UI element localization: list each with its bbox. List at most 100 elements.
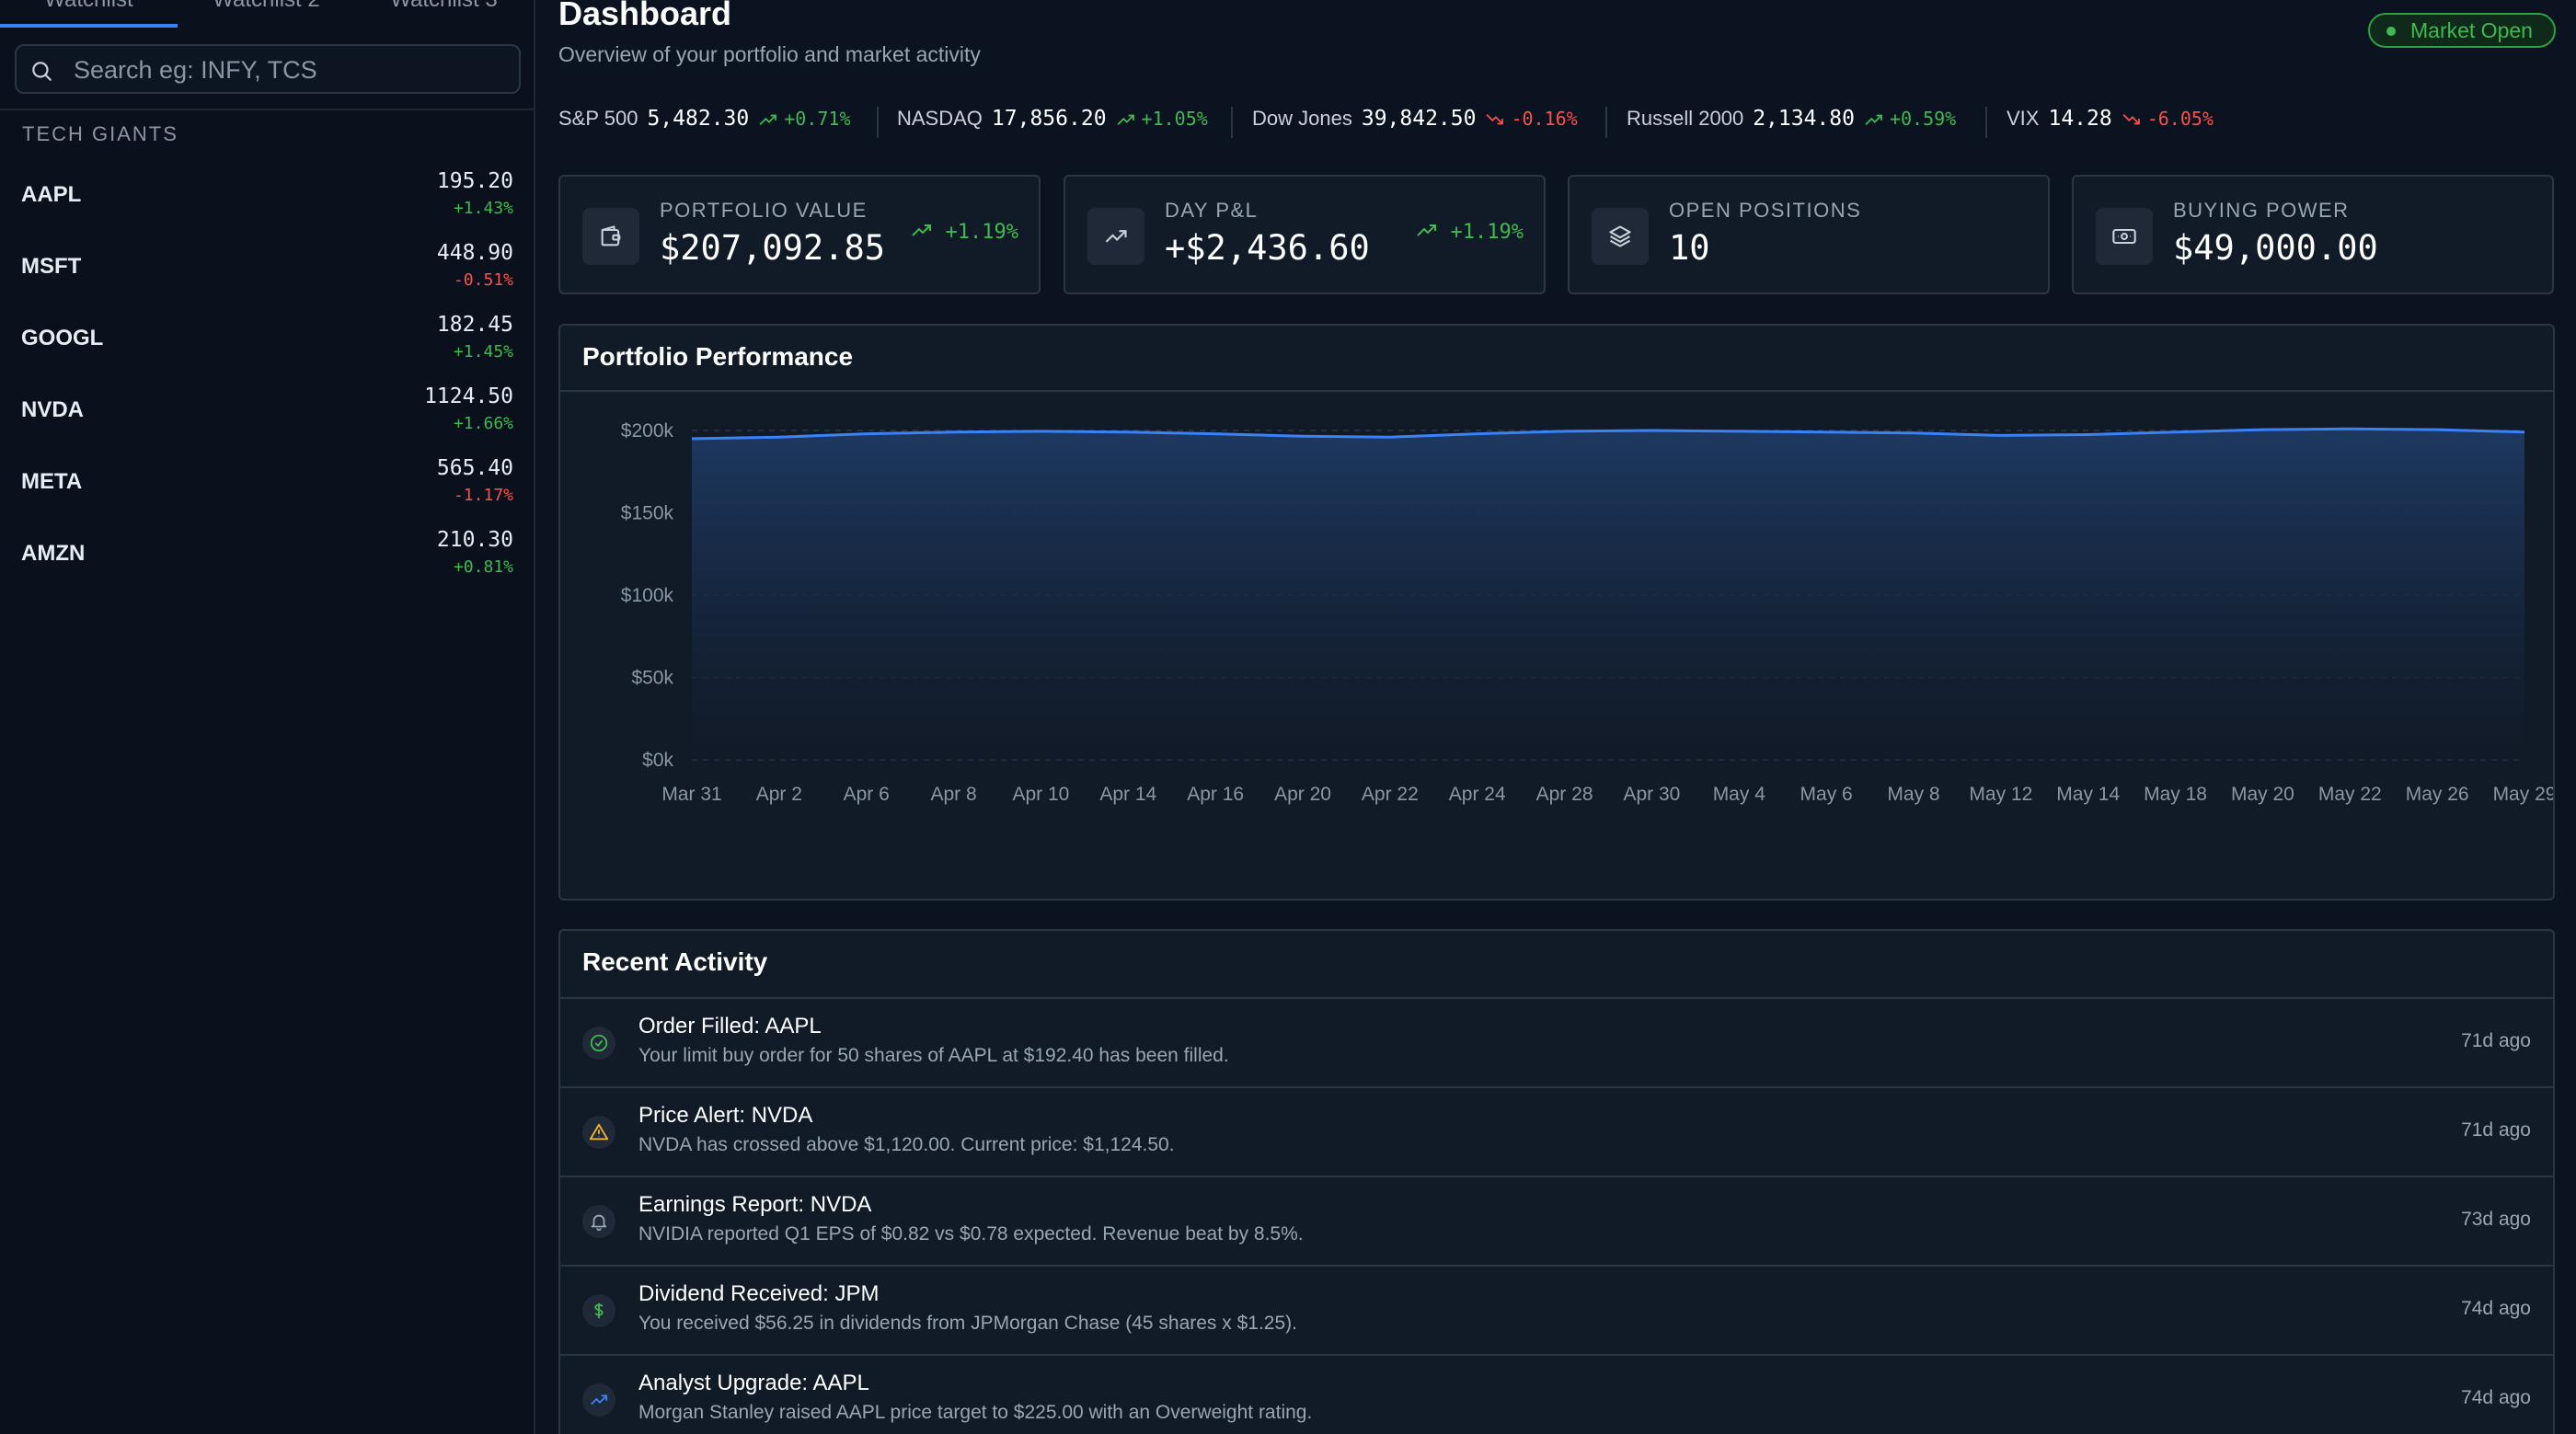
stat-value: $207,092.85 [660, 228, 886, 268]
x-tick-label: Apr 8 [930, 784, 976, 805]
panel-title: Recent Activity [582, 947, 768, 976]
ticker-symbol: AAPL [21, 182, 82, 207]
stat-card-portfolio-value: PORTFOLIO VALUE $207,092.85 +1.19% [558, 175, 1041, 294]
activity-title: Analyst Upgrade: AAPL [638, 1371, 869, 1395]
x-tick-label: Apr 30 [1623, 784, 1680, 805]
search-input[interactable] [74, 55, 506, 85]
market-status-badge: Market Open [2368, 13, 2556, 48]
activity-description: Your limit buy order for 50 shares of AA… [638, 1045, 1229, 1066]
performance-chart[interactable]: $0k $50k $100k $150k $200k Mar 31 Apr 2 Apr 6 Ap… [560, 392, 2553, 898]
activity-timestamp: 71d ago [2461, 1030, 2531, 1051]
alert-triangle-icon [582, 1116, 615, 1149]
tab-watchlist-3[interactable]: Watchlist 3 [355, 0, 533, 28]
x-tick-label: Apr 16 [1187, 784, 1244, 805]
activity-title: Price Alert: NVDA [638, 1103, 813, 1128]
tab-watchlist-2[interactable]: Watchlist 2 [178, 0, 355, 28]
activity-timestamp: 73d ago [2461, 1209, 2531, 1230]
ticker-symbol: AMZN [21, 541, 86, 566]
ticker-separator [877, 107, 879, 138]
ticker-price: 1124.50 [424, 384, 513, 408]
area-fill [692, 429, 2524, 760]
status-dot-icon [2386, 27, 2396, 36]
x-tick-label: Apr 28 [1536, 784, 1593, 805]
watchlist-group-title: TECH GIANTS [22, 122, 178, 145]
index-name: S&P 500 [558, 107, 638, 130]
index-nasdaq[interactable]: NASDAQ 17,856.20 +1.05% [897, 107, 1208, 138]
trending-up-icon [749, 107, 778, 130]
watchlist-item-nvda[interactable]: NVDA 1124.50 +1.66% [0, 377, 534, 449]
y-tick-label: $200k [621, 420, 674, 442]
ticker-symbol: GOOGL [21, 326, 104, 350]
ticker-change: -0.51% [453, 270, 513, 290]
activity-item[interactable]: Order Filled: AAPL Your limit buy order f… [560, 997, 2553, 1085]
stat-label: OPEN POSITIONS [1669, 199, 1862, 222]
x-tick-label: May 14 [2056, 784, 2120, 805]
x-tick-label: May 26 [2406, 784, 2469, 805]
x-tick-label: May 6 [1800, 784, 1853, 805]
search-box [15, 44, 521, 94]
x-tick-label: Apr 2 [756, 784, 802, 805]
index-russell-2000[interactable]: Russell 2000 2,134.80 +0.59% [1627, 107, 1956, 138]
stat-label: BUYING POWER [2173, 199, 2350, 222]
sidebar-divider [0, 109, 534, 110]
stat-change: +1.19% [911, 221, 1018, 244]
ticker-change: +0.81% [453, 557, 513, 577]
stat-label: DAY P&L [1165, 199, 1259, 222]
ticker-change: +1.43% [453, 199, 513, 218]
check-circle-icon [582, 1027, 615, 1060]
ticker-price: 448.90 [436, 241, 513, 265]
activity-timestamp: 71d ago [2461, 1119, 2531, 1141]
index-change: -6.05% [2146, 108, 2214, 130]
index-name: VIX [2007, 107, 2040, 130]
activity-description: Morgan Stanley raised AAPL price target … [638, 1402, 1313, 1423]
stat-change: +1.19% [1416, 221, 1524, 244]
trending-down-icon [2112, 107, 2142, 130]
x-tick-label: May 18 [2144, 784, 2207, 805]
layers-icon [1592, 208, 1649, 265]
index-name: Russell 2000 [1627, 107, 1744, 130]
x-tick-label: May 20 [2231, 784, 2294, 805]
wallet-icon [582, 208, 639, 265]
stat-value: $49,000.00 [2173, 228, 2378, 268]
activity-item[interactable]: Analyst Upgrade: AAPL Morgan Stanley rais… [560, 1354, 2553, 1434]
tab-watchlist-1[interactable]: Watchlist [0, 0, 178, 28]
ticker-price: 182.45 [436, 313, 513, 337]
stat-value: +$2,436.60 [1165, 228, 1370, 268]
y-tick-label: $150k [621, 503, 674, 524]
index-change: +1.05% [1141, 108, 1208, 130]
watchlist-item-msft[interactable]: MSFT 448.90 -0.51% [0, 234, 534, 305]
watchlist-item-googl[interactable]: GOOGL 182.45 +1.45% [0, 305, 534, 377]
index-dow-jones[interactable]: Dow Jones 39,842.50 -0.16% [1252, 107, 1578, 138]
stat-label: PORTFOLIO VALUE [660, 199, 868, 222]
x-tick-label: Apr 22 [1362, 784, 1419, 805]
stat-card-day-pnl: DAY P&L +$2,436.60 +1.19% [1064, 175, 1546, 294]
x-tick-label: Apr 20 [1274, 784, 1331, 805]
dollar-icon [582, 1294, 615, 1327]
index-vix[interactable]: VIX 14.28 -6.05% [2007, 107, 2214, 138]
bell-icon [582, 1205, 615, 1238]
watchlist-item-aapl[interactable]: AAPL 195.20 +1.43% [0, 162, 534, 234]
watchlist-item-amzn[interactable]: AMZN 210.30 +0.81% [0, 521, 534, 592]
index-value: 39,842.50 [1361, 107, 1477, 131]
activity-item[interactable]: Dividend Received: JPM You received $56.2… [560, 1265, 2553, 1353]
trending-up-icon [1087, 208, 1144, 265]
ticker-price: 565.40 [436, 456, 513, 480]
activity-title: Dividend Received: JPM [638, 1281, 880, 1306]
watchlist-item-meta[interactable]: META 565.40 -1.17% [0, 449, 534, 521]
portfolio-performance-panel: Portfolio Performance $0k $50k $100k $150k $… [558, 324, 2555, 901]
x-tick-label: May 8 [1887, 784, 1939, 805]
index-s-p-500[interactable]: S&P 500 5,482.30 +0.71% [558, 107, 850, 138]
ticker-symbol: NVDA [21, 397, 85, 422]
index-name: NASDAQ [897, 107, 983, 130]
trending-up-icon [912, 224, 932, 236]
ticker-change: +1.66% [453, 414, 513, 433]
activity-item[interactable]: Price Alert: NVDA NVDA has crossed above … [560, 1086, 2553, 1175]
y-tick-label: $0k [642, 750, 673, 771]
page-title: Dashboard [558, 0, 732, 32]
trending-up-icon [1855, 107, 1884, 130]
watchlist-tabs: Watchlist Watchlist 2 Watchlist 3 [0, 0, 534, 28]
stat-value: 10 [1669, 228, 1710, 268]
x-tick-label: Apr 14 [1099, 784, 1156, 805]
x-tick-label: Mar 31 [661, 784, 721, 805]
activity-item[interactable]: Earnings Report: NVDA NVIDIA reported Q1 … [560, 1176, 2553, 1264]
